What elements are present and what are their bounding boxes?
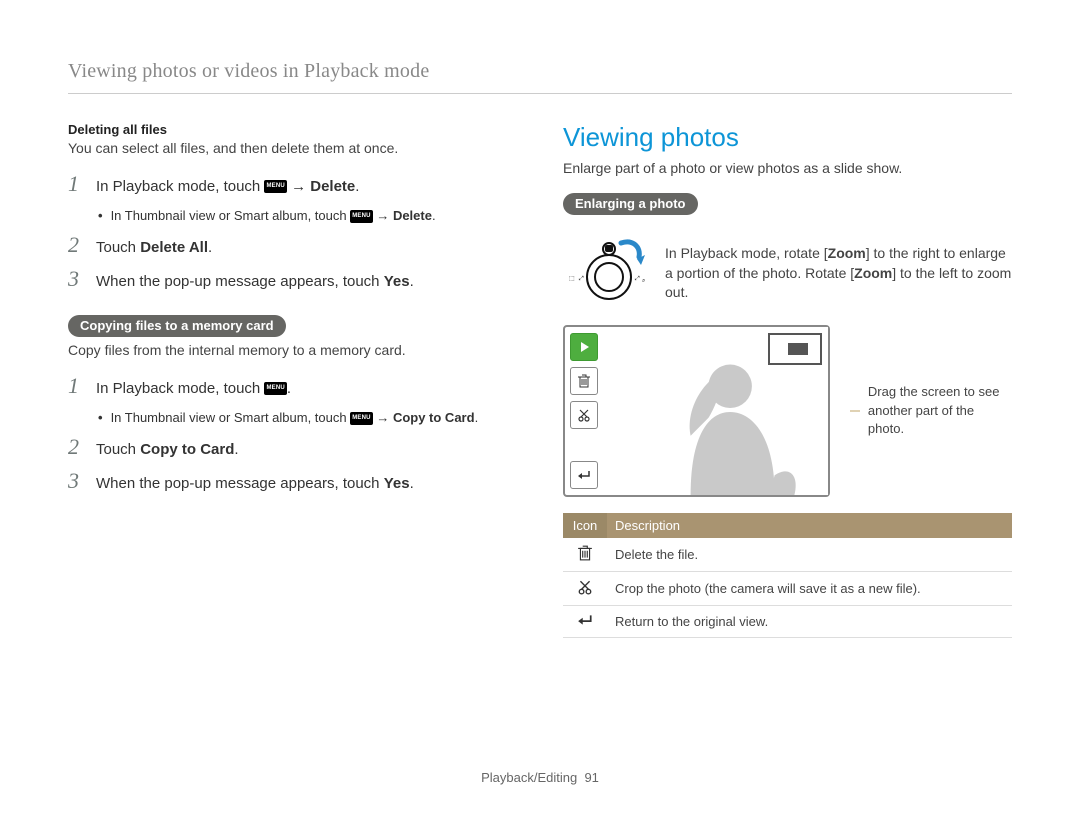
trash-icon [570, 367, 598, 395]
menu-icon: MENU [350, 412, 372, 425]
svg-text:⤢: ⤢ [579, 275, 584, 282]
step-number: 1 [68, 173, 86, 195]
callout-line-icon [850, 406, 860, 416]
play-icon [570, 333, 598, 361]
lcd-preview [563, 325, 830, 497]
menu-icon: MENU [264, 180, 286, 193]
copying-pill: Copying files to a memory card [68, 315, 286, 337]
deleting-all-desc: You can select all files, and then delet… [68, 139, 517, 159]
table-row: Crop the photo (the camera will save it … [563, 571, 1012, 605]
step-number: 3 [68, 470, 86, 492]
svg-text:⤢: ⤢ [635, 275, 640, 282]
return-icon [570, 461, 598, 489]
copying-steps: 1 In Playback mode, touch MENU. • In Thu… [68, 375, 517, 495]
deleting-all-heading: Deleting all files [68, 122, 517, 137]
table-row: Return to the original view. [563, 605, 1012, 637]
enlarging-pill: Enlarging a photo [563, 193, 698, 215]
bullet-icon: • [98, 207, 103, 225]
svg-text:⬚: ⬚ [569, 276, 575, 282]
table-header-desc: Description [607, 513, 1012, 538]
viewing-photos-desc: Enlarge part of a photo or view photos a… [563, 159, 1012, 179]
deleting-all-steps: 1 In Playback mode, touch MENU → Delete.… [68, 173, 517, 293]
step-number: 1 [68, 375, 86, 397]
icon-description-table: Icon Description Delete the file.Crop th… [563, 513, 1012, 638]
bullet-icon: • [98, 409, 103, 427]
viewing-photos-title: Viewing photos [563, 122, 1012, 153]
svg-text:⌕: ⌕ [642, 278, 645, 284]
step-number: 3 [68, 268, 86, 290]
left-column: Deleting all files You can select all fi… [68, 122, 517, 638]
zoom-dial-icon: ⬚ ⤢ ⤢ ⌕ [563, 237, 649, 311]
right-column: Viewing photos Enlarge part of a photo o… [563, 122, 1012, 638]
menu-icon: MENU [264, 382, 286, 395]
table-header-icon: Icon [563, 513, 607, 538]
page-footer: Playback/Editing 91 [0, 770, 1080, 785]
step-number: 2 [68, 436, 86, 458]
scissors-icon [563, 571, 607, 605]
copying-desc: Copy files from the internal memory to a… [68, 341, 517, 361]
table-row: Delete the file. [563, 538, 1012, 572]
step-number: 2 [68, 234, 86, 256]
trash-icon [563, 538, 607, 572]
table-cell-desc: Delete the file. [607, 538, 1012, 572]
page-title: Viewing photos or videos in Playback mod… [68, 60, 1012, 94]
table-cell-desc: Crop the photo (the camera will save it … [607, 571, 1012, 605]
table-cell-desc: Return to the original view. [607, 605, 1012, 637]
return-icon [563, 605, 607, 637]
scissors-icon [570, 401, 598, 429]
menu-icon: MENU [350, 210, 372, 223]
zoom-minimap-icon [768, 333, 822, 365]
lcd-drag-note: Drag the screen to see another part of t… [868, 383, 1012, 438]
